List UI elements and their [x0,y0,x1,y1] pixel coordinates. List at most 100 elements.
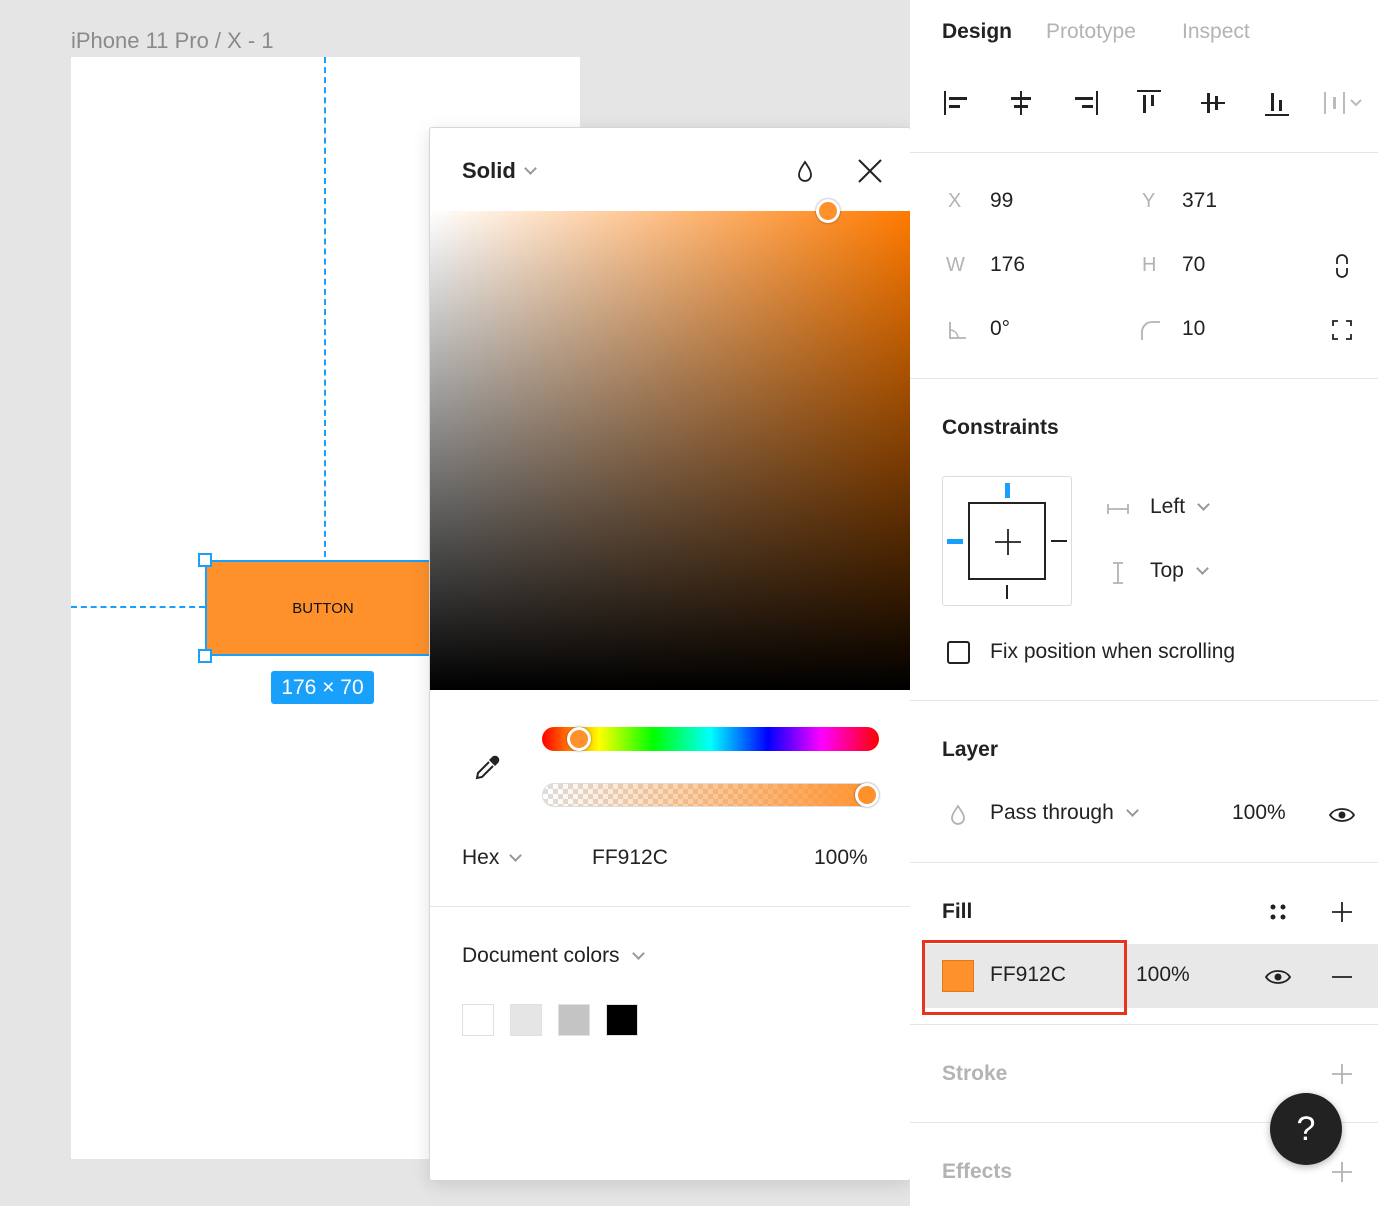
frame-label[interactable]: iPhone 11 Pro / X - 1 [71,28,274,54]
resize-handle-bottom-left[interactable] [198,649,212,663]
divider [910,1024,1378,1025]
constraint-right[interactable] [1051,540,1067,542]
style-drop-icon[interactable] [796,159,814,183]
blend-mode-icon [951,804,965,825]
document-color-swatch[interactable] [606,1004,638,1036]
vertical-guide [324,57,326,557]
document-color-swatch[interactable] [462,1004,494,1036]
saturation-knob[interactable] [816,199,840,223]
color-mode-label: Hex [462,846,500,869]
saturation-brightness-field[interactable] [430,211,910,690]
layer-opacity-input[interactable]: 100% [1232,801,1286,825]
align-vertical-center-icon[interactable] [1198,88,1228,118]
hex-input[interactable]: FF912C [592,846,668,870]
tab-design[interactable]: Design [942,20,1012,44]
independent-corners-icon[interactable] [1330,318,1354,342]
align-top-icon[interactable] [1134,88,1164,118]
help-button[interactable]: ? [1270,1093,1342,1165]
constraint-top-active[interactable] [1005,483,1010,498]
chevron-down-icon [1125,803,1139,817]
divider [910,152,1378,153]
eye-icon[interactable] [1328,803,1356,827]
fill-opacity-input[interactable]: 100% [1136,963,1190,987]
y-label: Y [1142,190,1156,212]
eye-icon[interactable] [1264,965,1292,989]
align-horizontal-center-icon[interactable] [1006,88,1036,118]
hue-slider[interactable] [542,727,879,751]
fill-type-label: Solid [462,158,516,183]
divider [910,378,1378,379]
x-input[interactable]: 99 [990,189,1013,213]
rotation-input[interactable]: 0° [990,317,1010,341]
horizontal-guide [71,606,205,608]
align-bottom-icon[interactable] [1262,88,1292,118]
align-right-icon[interactable] [1070,88,1100,118]
width-input[interactable]: 176 [990,253,1025,277]
corner-radius-input[interactable]: 10 [1182,317,1205,341]
h-label: H [1142,254,1157,276]
opacity-slider-knob[interactable] [855,783,879,807]
picker-header: Solid [430,128,910,211]
effects-title: Effects [942,1160,1013,1183]
eyedropper-icon[interactable] [472,753,502,783]
remove-fill-icon[interactable] [1330,965,1354,989]
constraint-bottom[interactable] [1006,585,1008,599]
button-text[interactable]: BUTTON [205,560,441,656]
divider [910,700,1378,701]
fill-type-dropdown[interactable]: Solid [462,158,537,184]
document-colors-label: Document colors [462,944,620,967]
blend-mode-dropdown[interactable]: Pass through [990,801,1139,825]
style-grid-icon[interactable] [1266,900,1290,924]
color-mode-dropdown[interactable]: Hex [462,846,523,870]
resize-handle-top-left[interactable] [198,553,212,567]
align-left-icon[interactable] [942,88,972,118]
divider [430,906,910,907]
fill-title: Fill [942,900,973,923]
constraints-title: Constraints [942,416,1059,439]
hue-slider-knob[interactable] [567,727,592,751]
opacity-slider[interactable] [542,783,879,807]
constraints-widget[interactable] [942,476,1072,606]
distribute-icon[interactable] [1322,88,1366,118]
horizontal-constraint-value: Left [1150,495,1186,518]
close-icon[interactable] [857,158,883,184]
stroke-title: Stroke [942,1062,1008,1085]
x-label: X [948,190,962,212]
add-stroke-icon[interactable] [1330,1062,1354,1086]
layer-title: Layer [942,738,999,761]
horizontal-constraint-dropdown[interactable]: Left [1150,495,1210,519]
corner-radius-icon [1141,321,1160,340]
blend-mode-value: Pass through [990,801,1114,824]
properties-panel: Design Prototype Inspect X 99 Y 371 W 17… [910,0,1378,1206]
chevron-down-icon [509,848,523,862]
color-picker-popover[interactable]: Solid Hex FF912C 100% Document colors [429,127,911,1181]
vertical-constraint-dropdown[interactable]: Top [1150,559,1209,583]
rotation-icon [949,322,966,339]
constraint-left-active[interactable] [947,539,963,544]
chevron-down-icon [631,946,645,960]
opacity-input[interactable]: 100% [814,846,868,870]
tab-prototype[interactable]: Prototype [1046,20,1136,44]
document-color-swatch[interactable] [510,1004,542,1036]
plus-icon[interactable] [993,527,1023,557]
vertical-constraint-value: Top [1150,559,1184,582]
chevron-down-icon [523,161,537,175]
y-input[interactable]: 371 [1182,189,1217,213]
document-colors-dropdown[interactable]: Document colors [462,944,645,968]
divider [910,862,1378,863]
tab-inspect[interactable]: Inspect [1182,20,1250,44]
chevron-down-icon [1197,497,1210,511]
vertical-constraint-icon [1113,562,1123,584]
size-badge: 176 × 70 [271,671,374,704]
chevron-down-icon [1195,561,1209,575]
height-input[interactable]: 70 [1182,253,1205,277]
w-label: W [946,254,965,276]
add-fill-icon[interactable] [1330,900,1354,924]
fix-position-label[interactable]: Fix position when scrolling [990,640,1235,664]
highlight-annotation [922,940,1127,1015]
constrain-proportions-icon[interactable] [1330,254,1354,278]
document-color-swatch[interactable] [558,1004,590,1036]
horizontal-constraint-icon [1107,504,1129,514]
fix-position-checkbox[interactable] [947,641,970,664]
add-effect-icon[interactable] [1330,1160,1354,1184]
